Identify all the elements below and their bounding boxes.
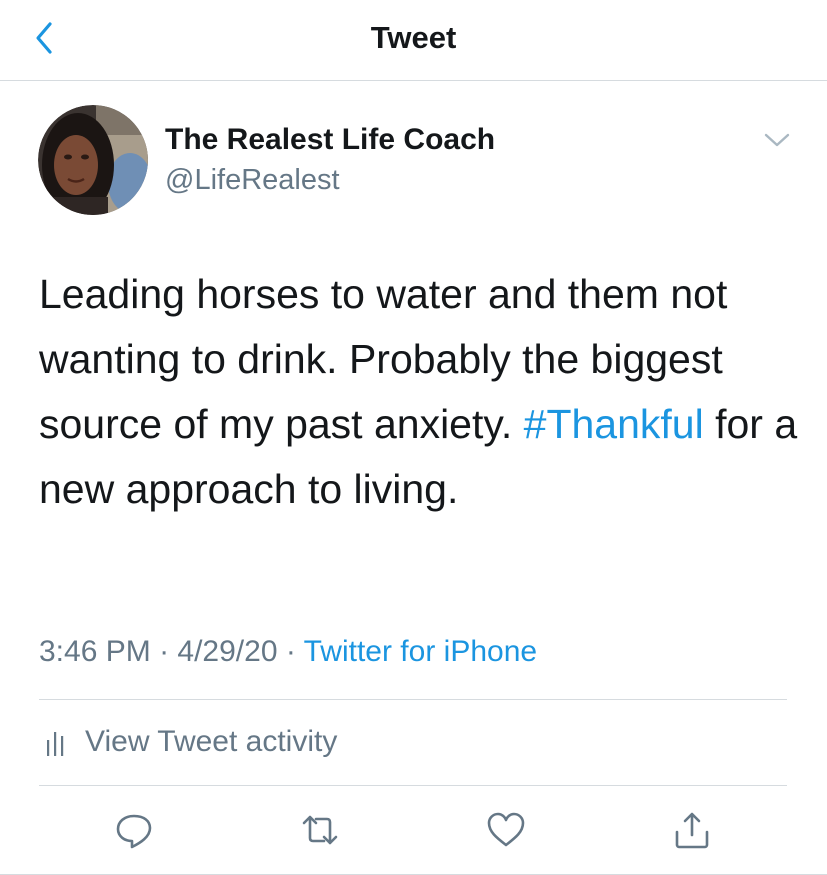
meta-separator: · — [150, 635, 178, 668]
retweet-button[interactable] — [298, 808, 342, 852]
navigation-bar: Tweet — [0, 0, 827, 81]
hashtag-link[interactable]: #Thankful — [524, 401, 704, 447]
like-button[interactable] — [484, 808, 528, 852]
avatar[interactable] — [38, 105, 148, 215]
page-title: Tweet — [370, 20, 457, 55]
view-tweet-activity-label: View Tweet activity — [85, 725, 338, 758]
meta-separator: · — [277, 635, 304, 668]
chevron-down-icon — [764, 133, 790, 147]
retweet-icon — [302, 815, 338, 845]
tweet-meta: 3:46 PM · 4/29/20 · Twitter for iPhone — [39, 632, 537, 672]
author-display-name[interactable]: The Realest Life Coach — [165, 122, 495, 158]
share-button[interactable] — [670, 808, 714, 852]
tweet-source-link[interactable]: Twitter for iPhone — [304, 635, 537, 668]
reply-button[interactable] — [112, 808, 156, 852]
view-tweet-activity-button[interactable]: View Tweet activity — [39, 718, 337, 766]
tweet-date: 4/29/20 — [177, 635, 278, 668]
tweet-detail-screen: Tweet The Realest Life Coach @LifeReales… — [0, 0, 827, 875]
share-icon — [675, 812, 709, 849]
bar-chart-icon — [47, 732, 64, 756]
divider — [39, 785, 787, 786]
tweet-time: 3:46 PM — [39, 635, 151, 668]
divider — [39, 699, 787, 700]
reply-icon — [116, 814, 152, 849]
like-icon — [487, 812, 525, 847]
tweet-options-button[interactable] — [760, 126, 794, 154]
avatar-photo — [38, 105, 148, 215]
tweet-text: Leading horses to water and them not wan… — [39, 262, 799, 522]
author-handle[interactable]: @LifeRealest — [165, 162, 340, 198]
